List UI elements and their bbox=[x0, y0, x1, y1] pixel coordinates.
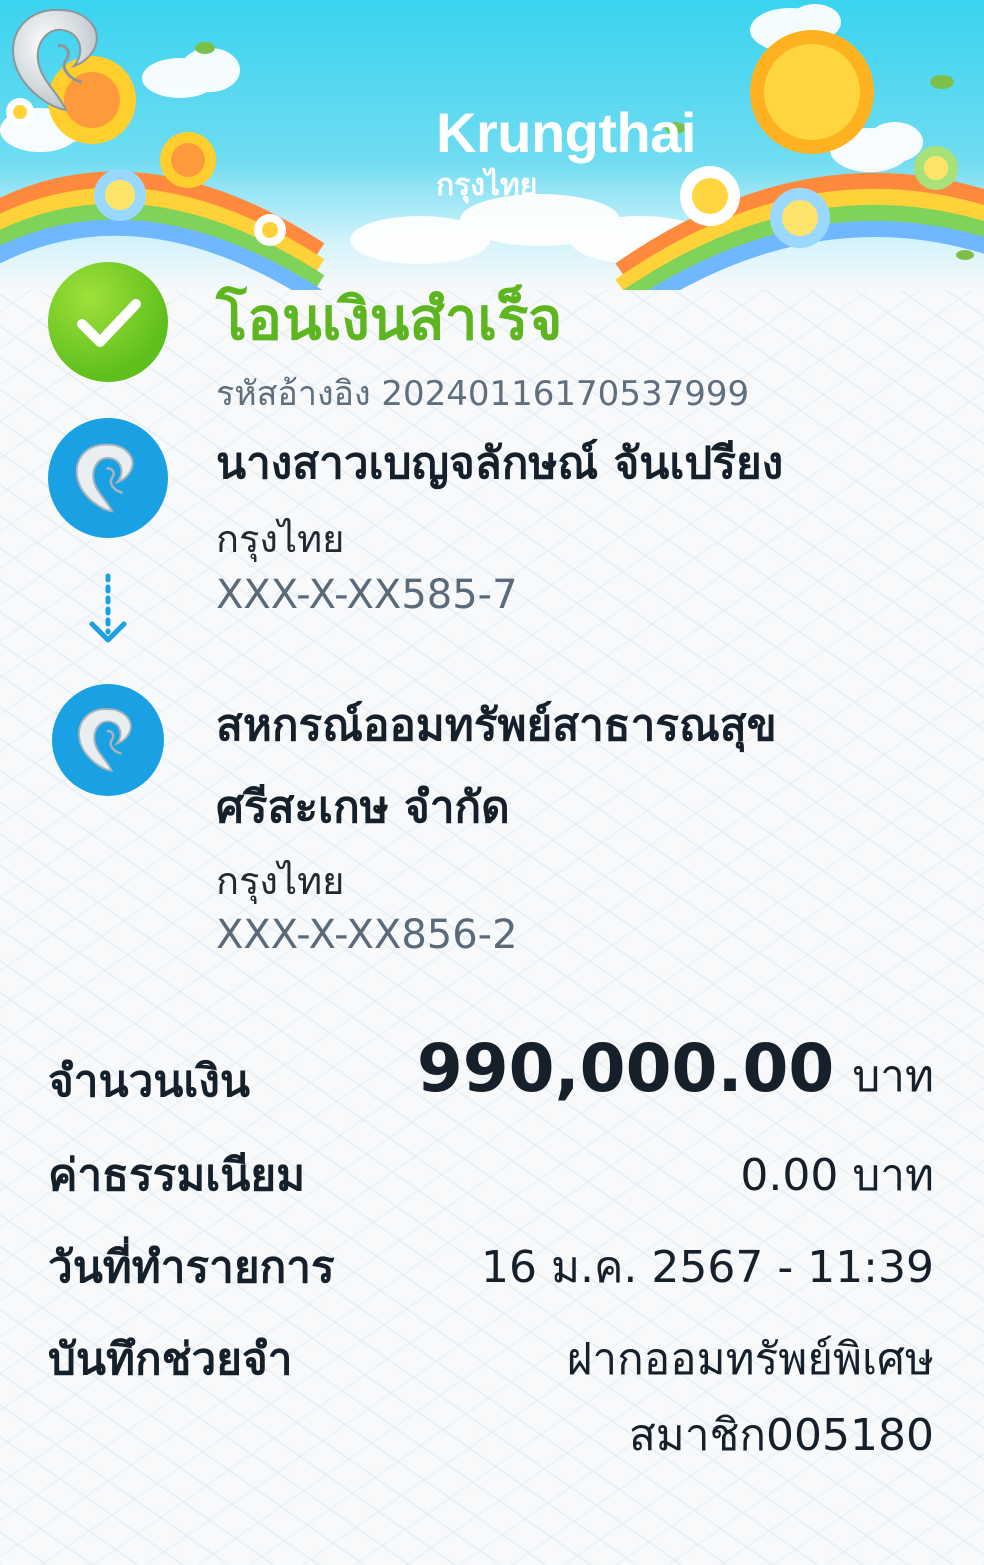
check-icon bbox=[48, 262, 168, 382]
arrow-down-icon bbox=[89, 573, 127, 643]
memo-line1: ฝากออมทรัพย์พิเศษ bbox=[566, 1334, 934, 1385]
krungthai-bird-logo bbox=[75, 443, 134, 513]
reference-number: รหัสอ้างอิง 2024011617053799​9 bbox=[216, 374, 750, 414]
status-title: โอนเงินสำเร็จ bbox=[216, 285, 563, 353]
receiver-name-line1: สหกรณ์ออมทรัพย์สาธารณสุข bbox=[216, 700, 777, 751]
sender-account: XXX-X-XX585-7 bbox=[216, 572, 518, 618]
sender-bank-avatar bbox=[48, 418, 168, 538]
memo-line2: สมาชิก005180 bbox=[628, 1410, 934, 1461]
sender-bank: กรุงไทย bbox=[216, 517, 345, 561]
sender-name: นางสาวเบญจลักษณ์ จันเปรียง bbox=[216, 438, 784, 489]
header-banner: Krungthai กรุงไทย bbox=[0, 0, 984, 290]
krungthai-bird-logo bbox=[78, 708, 132, 772]
fee-value: 0.00 บาท bbox=[740, 1150, 934, 1201]
date-value: 16 ม.ค. 2567 - 11:39 bbox=[481, 1242, 934, 1293]
receiver-bank-avatar bbox=[52, 684, 164, 796]
date-label: วันที่ทำรายการ bbox=[48, 1242, 335, 1293]
receiver-account: XXX-X-XX856-2 bbox=[216, 912, 518, 958]
amount-value-row: 990,000.00 บาท bbox=[417, 1030, 934, 1111]
receiver-bank: กรุงไทย bbox=[216, 859, 345, 903]
amount-value: 990,000.00 bbox=[416, 1030, 835, 1107]
krungthai-bird-logo bbox=[12, 8, 98, 112]
brand-name-en: Krungthai bbox=[436, 101, 696, 164]
amount-label: จำนวนเงิน bbox=[48, 1056, 250, 1107]
brand-name-th: กรุงไทย bbox=[436, 168, 538, 203]
fee-label: ค่าธรรมเนียม bbox=[48, 1150, 306, 1201]
memo-label: บันทึกช่วยจำ bbox=[48, 1334, 293, 1385]
amount-unit: บาท bbox=[852, 1051, 934, 1102]
receiver-name-line2: ศรีสะเกษ จำกัด bbox=[216, 782, 510, 833]
